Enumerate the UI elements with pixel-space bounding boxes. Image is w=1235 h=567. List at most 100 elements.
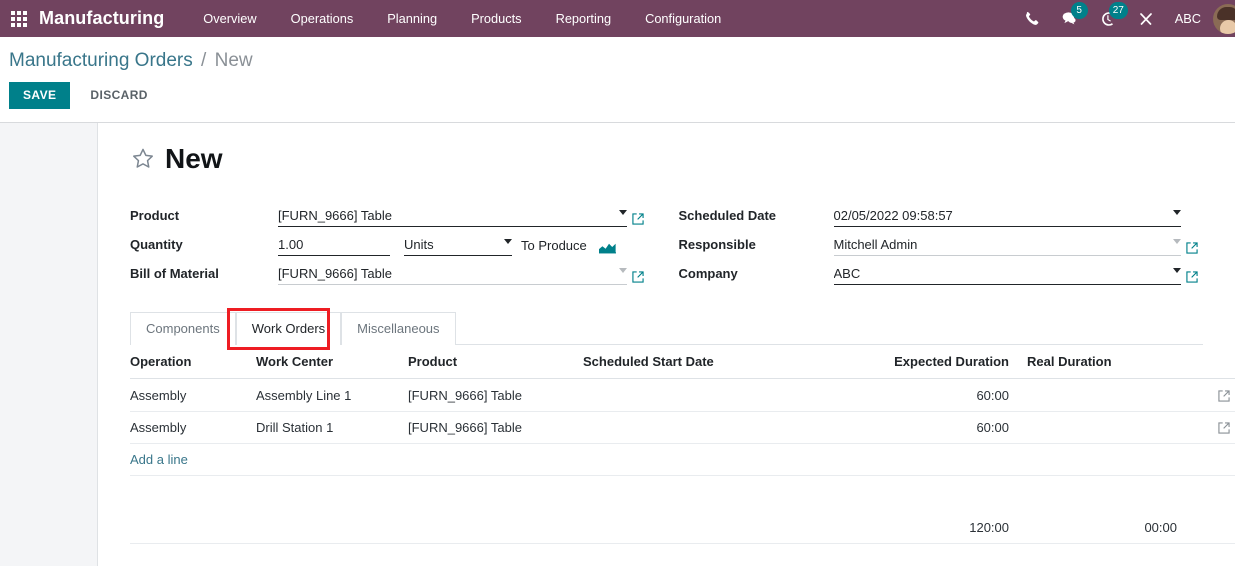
activities-count-badge[interactable]: 27 — [1108, 2, 1128, 19]
control-panel: Manufacturing Orders / New SAVE DISCARD — [0, 37, 1235, 123]
tab-work-orders[interactable]: Work Orders — [235, 312, 342, 346]
column-header-scheduled-start-date[interactable]: Scheduled Start Date — [583, 345, 859, 380]
cell-operation[interactable]: Assembly — [130, 378, 256, 412]
save-button[interactable]: SAVE — [9, 82, 71, 109]
scheduled-date-input[interactable]: 02/05/2022 09:58:57 — [833, 208, 1167, 227]
to-produce-label: To Produce — [521, 238, 587, 253]
cell-product[interactable]: [FURN_9666] Table — [408, 411, 583, 445]
scheduled-date-spacer — [1181, 226, 1203, 227]
company-dropdown-caret[interactable] — [1167, 263, 1181, 285]
column-header-product[interactable]: Product — [408, 345, 583, 380]
tools-icon[interactable] — [1127, 0, 1165, 37]
totals-spacer-3 — [408, 511, 583, 544]
field-row-company: Company ABC — [679, 257, 1204, 285]
cell-scheduled-start-date[interactable] — [583, 411, 859, 445]
menu-item-configuration[interactable]: Configuration — [628, 0, 738, 37]
menu-item-operations[interactable]: Operations — [274, 0, 371, 37]
totals-spacer-1 — [130, 511, 256, 544]
table-row[interactable]: Assembly Assembly Line 1 [FURN_9666] Tab… — [130, 378, 1235, 412]
form-fields-grid: Product [FURN_9666] Table Quantity 1.00 … — [130, 199, 1203, 286]
notebook: Components Work Orders Miscellaneous Ope… — [130, 308, 1235, 544]
product-label: Product — [130, 208, 180, 223]
form-column-right: Scheduled Date 02/05/2022 09:58:57 Respo… — [667, 199, 1204, 286]
breadcrumb-root[interactable]: Manufacturing Orders — [9, 50, 193, 71]
activities-icon[interactable]: 27 — [1089, 0, 1128, 37]
column-header-expected-duration[interactable]: Expected Duration — [859, 345, 1027, 380]
add-a-line-row[interactable]: Add a line — [130, 443, 1235, 477]
table-header-row: Operation Work Center Product Scheduled … — [130, 345, 1235, 380]
cell-work-center[interactable]: Drill Station 1 — [256, 411, 408, 445]
responsible-input[interactable]: Mitchell Admin — [833, 237, 1167, 256]
cell-product[interactable]: [FURN_9666] Table — [408, 378, 583, 412]
column-header-operation[interactable]: Operation — [130, 345, 256, 380]
tab-miscellaneous[interactable]: Miscellaneous — [341, 312, 456, 346]
row-external-link-icon[interactable] — [1195, 411, 1235, 445]
field-row-product: Product [FURN_9666] Table — [130, 199, 649, 227]
avatar[interactable] — [1213, 3, 1235, 34]
bom-external-link-icon[interactable] — [627, 270, 649, 285]
cell-expected-duration[interactable]: 60:00 — [859, 378, 1027, 412]
cell-real-duration[interactable] — [1027, 378, 1195, 412]
product-external-link-icon[interactable] — [627, 212, 649, 227]
column-header-real-duration[interactable]: Real Duration — [1027, 345, 1195, 380]
main-content-area: New Product [FURN_9666] Table Quantity 1… — [0, 123, 1235, 566]
responsible-dropdown-caret[interactable] — [1167, 234, 1181, 256]
add-a-line-link[interactable]: Add a line — [130, 452, 188, 467]
column-header-work-center[interactable]: Work Center — [256, 345, 408, 380]
cell-operation[interactable]: Assembly — [130, 411, 256, 445]
menu-item-reporting[interactable]: Reporting — [539, 0, 629, 37]
field-row-quantity: Quantity 1.00 Units To Produce — [130, 228, 649, 256]
quantity-input[interactable]: 1.00 — [278, 237, 390, 256]
phone-icon[interactable] — [1013, 0, 1051, 37]
avatar-hair — [1217, 6, 1235, 20]
bom-input[interactable]: [FURN_9666] Table — [278, 266, 613, 285]
field-row-bom: Bill of Material [FURN_9666] Table — [130, 257, 649, 285]
quantity-label: Quantity — [130, 237, 183, 252]
totals-spacer-4 — [583, 511, 859, 544]
cell-real-duration[interactable] — [1027, 411, 1195, 445]
company-external-link-icon[interactable] — [1181, 270, 1203, 285]
cell-scheduled-start-date[interactable] — [583, 378, 859, 412]
form-column-left: Product [FURN_9666] Table Quantity 1.00 … — [130, 199, 667, 286]
breadcrumb: Manufacturing Orders / New — [0, 37, 1235, 72]
main-menu: Overview Operations Planning Products Re… — [186, 0, 738, 37]
company-label: Company — [678, 266, 738, 281]
scheduled-date-dropdown-caret[interactable] — [1167, 205, 1181, 227]
messages-count-badge[interactable]: 5 — [1070, 2, 1088, 19]
star-outline-icon[interactable] — [130, 146, 156, 172]
app-brand-name[interactable]: Manufacturing — [39, 8, 164, 29]
cell-expected-duration[interactable]: 60:00 — [859, 411, 1027, 445]
messages-icon[interactable]: 5 — [1051, 0, 1089, 37]
responsible-external-link-icon[interactable] — [1181, 241, 1203, 256]
notebook-tabs: Components Work Orders Miscellaneous — [130, 308, 1203, 350]
bom-dropdown-caret[interactable] — [612, 263, 627, 285]
uom-field: Units — [404, 234, 512, 256]
product-input[interactable]: [FURN_9666] Table — [278, 208, 613, 227]
table-row[interactable]: Assembly Drill Station 1 [FURN_9666] Tab… — [130, 411, 1235, 445]
uom-dropdown-caret[interactable] — [498, 234, 512, 256]
discard-button[interactable]: DISCARD — [78, 82, 159, 109]
systray: 5 27 ABC — [1013, 0, 1235, 37]
tab-components[interactable]: Components — [130, 312, 236, 346]
menu-item-overview[interactable]: Overview — [186, 0, 273, 37]
avatar-face — [1219, 20, 1235, 34]
page-title: New — [165, 143, 223, 174]
table-empty-spacer — [130, 476, 1235, 512]
product-dropdown-caret[interactable] — [612, 205, 627, 227]
record-title-row: New — [130, 145, 1203, 173]
uom-input[interactable]: Units — [404, 237, 498, 256]
breadcrumb-separator: / — [201, 50, 207, 71]
menu-item-planning[interactable]: Planning — [370, 0, 454, 37]
company-name[interactable]: ABC — [1165, 11, 1213, 26]
total-expected-duration: 120:00 — [859, 511, 1027, 544]
record-actions: SAVE DISCARD — [0, 72, 1235, 109]
column-header-spacer — [1195, 345, 1235, 380]
apps-grid-icon[interactable] — [6, 0, 32, 37]
menu-item-products[interactable]: Products — [454, 0, 539, 37]
company-input[interactable]: ABC — [833, 266, 1167, 285]
row-external-link-icon[interactable] — [1195, 378, 1235, 412]
top-navbar: Manufacturing Overview Operations Planni… — [0, 0, 1235, 37]
area-chart-icon[interactable] — [598, 240, 616, 256]
field-row-scheduled-date: Scheduled Date 02/05/2022 09:58:57 — [679, 199, 1204, 227]
cell-work-center[interactable]: Assembly Line 1 — [256, 378, 408, 412]
